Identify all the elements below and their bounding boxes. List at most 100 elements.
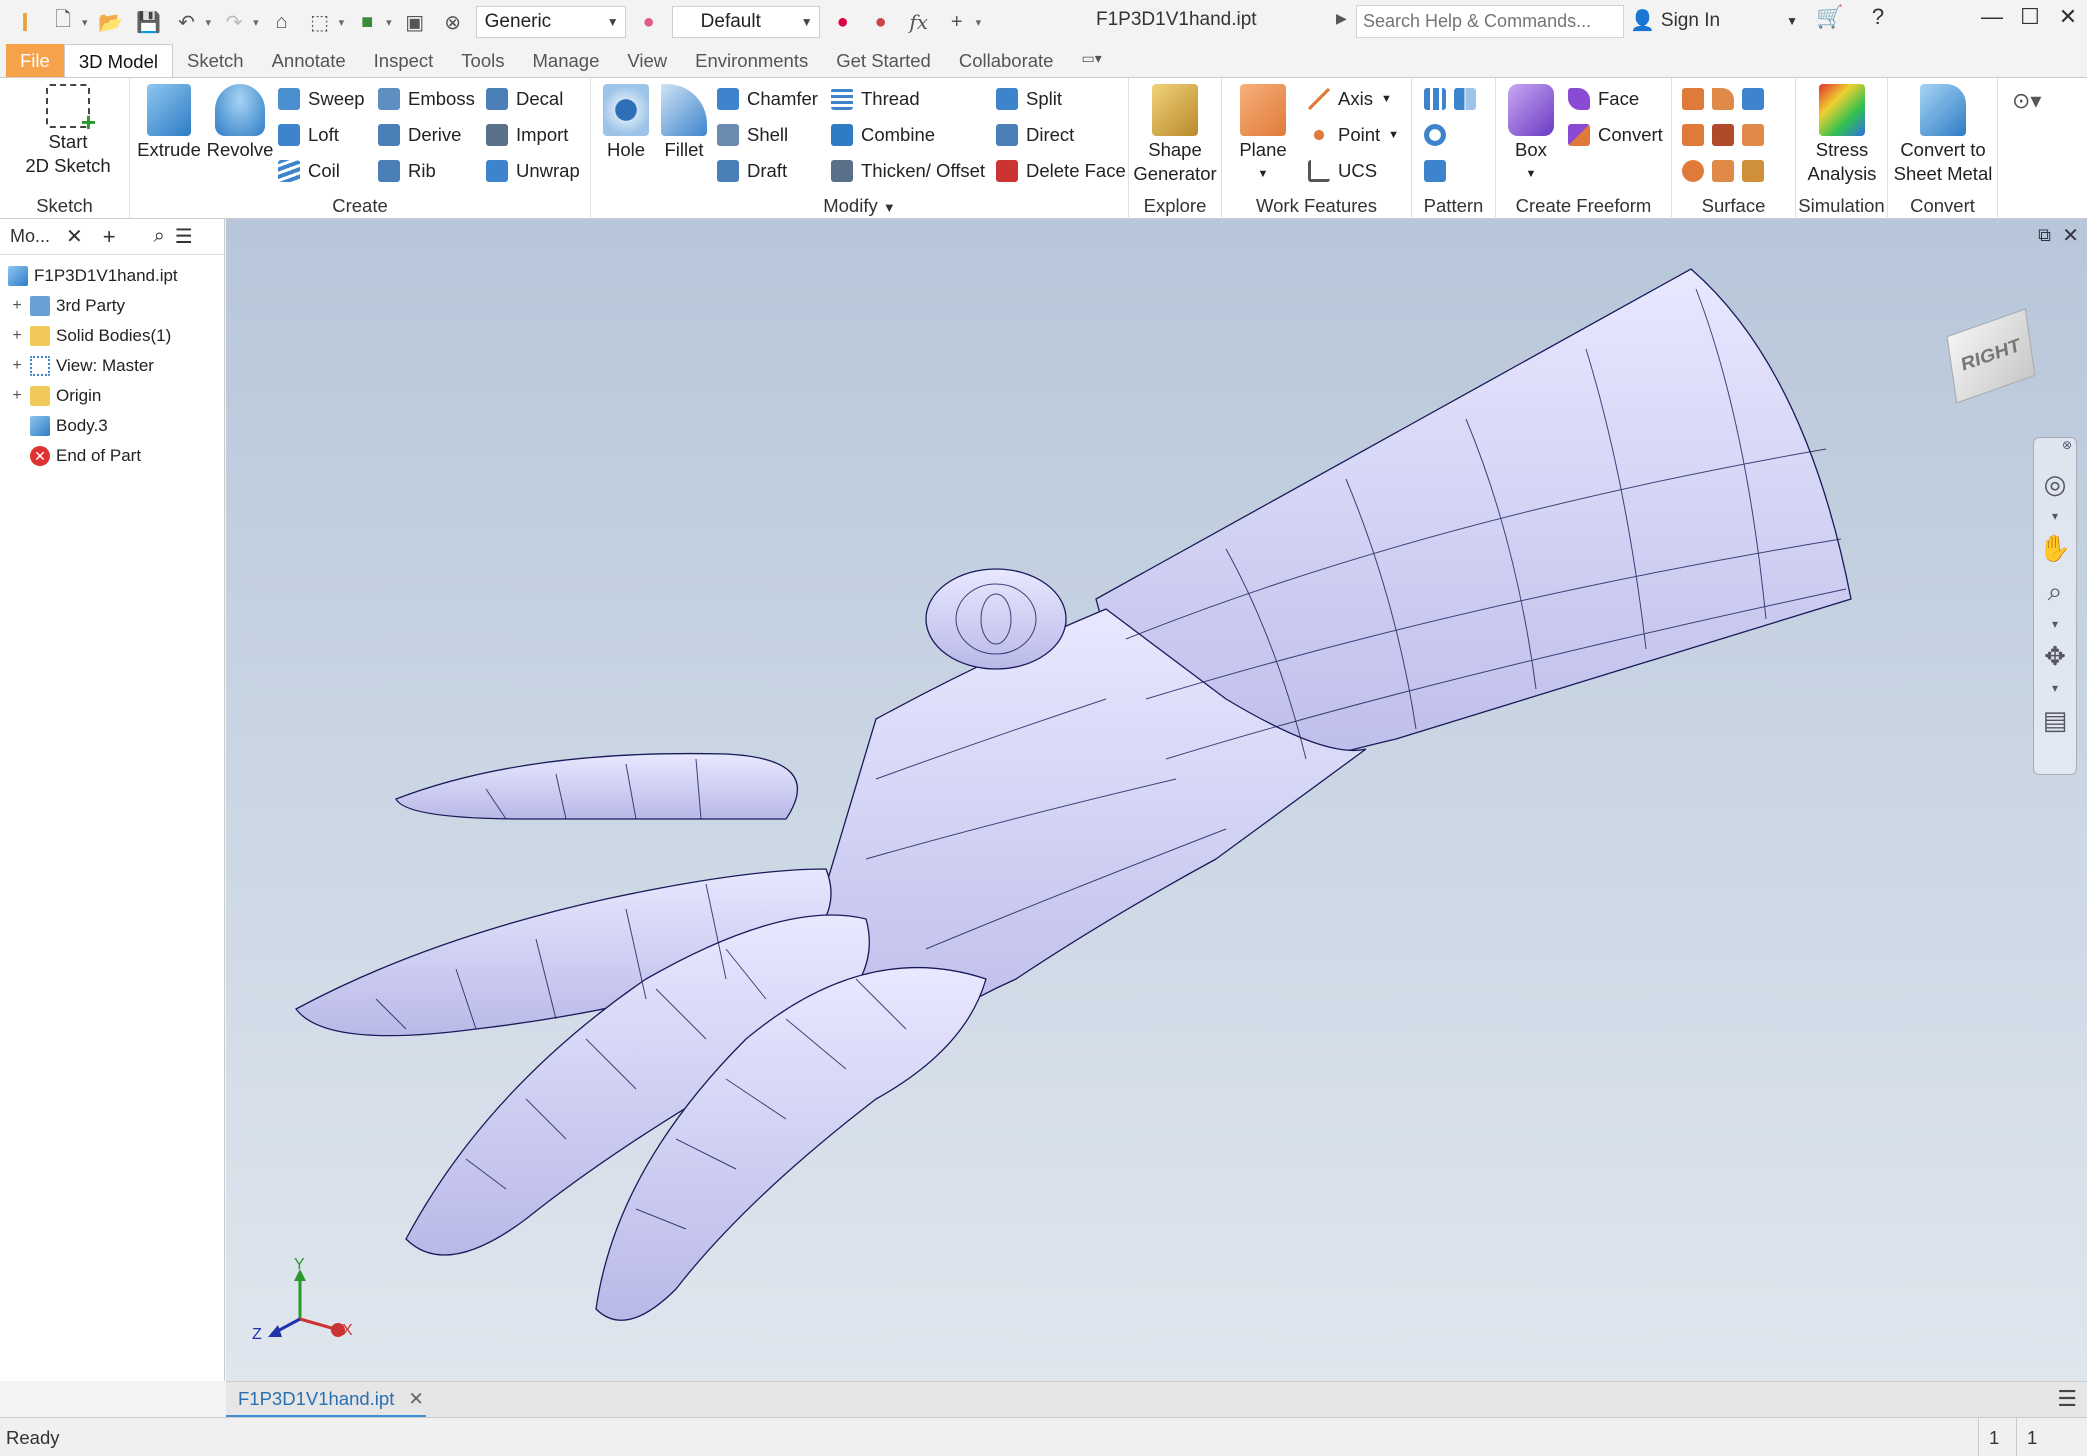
help-icon[interactable]: ? — [1858, 4, 1898, 30]
navbar-close-icon[interactable]: ⊗ — [2034, 438, 2076, 462]
stress-analysis-button[interactable]: Stress Analysis — [1796, 84, 1888, 186]
update-icon[interactable]: ■ — [352, 7, 382, 37]
ribbon-options-icon[interactable]: ⊙▾ — [2012, 88, 2041, 114]
direct-button[interactable]: Direct — [996, 124, 1074, 146]
delete-face-button[interactable]: Delete Face — [996, 160, 1126, 182]
tree-node-3rd-party[interactable]: +3rd Party — [0, 291, 224, 321]
tree-node-end-of-part[interactable]: ✕ End of Part — [0, 441, 224, 471]
tree-node-view-master[interactable]: + View: Master — [0, 351, 224, 381]
expand-icon[interactable]: + — [10, 297, 24, 315]
tab-inspect[interactable]: Inspect — [360, 44, 448, 77]
tab-get-started[interactable]: Get Started — [822, 44, 945, 77]
browser-search-icon[interactable]: ⌕ — [154, 225, 165, 248]
circular-pattern-button[interactable] — [1424, 124, 1446, 146]
viewport-close-icon[interactable]: ✕ — [2062, 223, 2079, 248]
home-icon[interactable]: ⌂ — [267, 7, 297, 37]
plane-button[interactable]: Plane ▼ — [1230, 84, 1296, 186]
save-icon[interactable]: 💾 — [134, 7, 164, 37]
viewcube-face[interactable]: RIGHT — [1946, 308, 2036, 404]
zoom-icon[interactable]: ⌕ — [2034, 570, 2076, 614]
browser-close-icon[interactable]: ✕ — [66, 224, 83, 249]
viewcube[interactable]: RIGHT — [1946, 308, 2041, 404]
expand-icon[interactable]: + — [10, 387, 24, 405]
new-icon[interactable]: 🗋 — [48, 7, 78, 37]
tree-node-root[interactable]: F1P3D1V1hand.ipt — [0, 261, 224, 291]
split-button[interactable]: Split — [996, 88, 1062, 110]
emboss-button[interactable]: Emboss — [378, 88, 475, 110]
fx-icon[interactable]: fx — [904, 7, 934, 37]
surface-row-2[interactable] — [1682, 124, 1764, 146]
extrude-button[interactable]: Extrude — [134, 84, 204, 162]
expand-icon[interactable]: + — [10, 357, 24, 375]
box-button[interactable]: Box ▼ — [1500, 84, 1562, 186]
expand-icon[interactable]: + — [10, 327, 24, 345]
hand-model[interactable] — [226, 219, 2087, 1381]
tree-node-body3[interactable]: Body.3 — [0, 411, 224, 441]
import-button[interactable]: Import — [486, 124, 568, 146]
display-toggle-icon[interactable]: ▭▾ — [1067, 44, 1115, 77]
material-icon[interactable]: ⊗ — [438, 7, 468, 37]
select-icon[interactable]: ⬚ — [305, 7, 335, 37]
tree-node-solid-bodies[interactable]: + Solid Bodies(1) — [0, 321, 224, 351]
document-menu-icon[interactable]: ☰ — [2057, 1386, 2077, 1412]
sign-in[interactable]: 👤 Sign In ▼ — [1630, 8, 1798, 33]
add-icon[interactable]: + — [942, 7, 972, 37]
tab-environments[interactable]: Environments — [681, 44, 822, 77]
document-tab-close-icon[interactable]: ✕ — [408, 1388, 424, 1410]
sweep-button[interactable]: Sweep — [278, 88, 365, 110]
tab-sketch[interactable]: Sketch — [173, 44, 258, 77]
pan-icon[interactable]: ✋ — [2034, 526, 2076, 570]
panel-title-modify[interactable]: Modify ▼ — [591, 195, 1128, 217]
tree-node-origin[interactable]: + Origin — [0, 381, 224, 411]
shape-generator-button[interactable]: Shape Generator — [1129, 84, 1221, 186]
appearance-combo[interactable]: Default ▼ — [671, 6, 820, 38]
maximize-icon[interactable]: ☐ — [2010, 4, 2050, 30]
draft-button[interactable]: Draft — [717, 160, 787, 182]
minimize-icon[interactable]: — — [1972, 4, 2012, 30]
tab-manage[interactable]: Manage — [519, 44, 614, 77]
tab-view[interactable]: View — [613, 44, 681, 77]
loft-button[interactable]: Loft — [278, 124, 339, 146]
ucs-button[interactable]: UCS — [1308, 160, 1377, 182]
orbit-icon[interactable]: ✥ — [2034, 634, 2076, 678]
rectangular-pattern-button[interactable] — [1424, 88, 1476, 110]
material-combo[interactable]: Generic ▼ — [475, 6, 626, 38]
convert-freeform-button[interactable]: Convert — [1568, 124, 1663, 146]
undo-icon[interactable]: ↶ — [172, 7, 202, 37]
chamfer-button[interactable]: Chamfer — [717, 88, 818, 110]
rib-button[interactable]: Rib — [378, 160, 436, 182]
browser-menu-icon[interactable]: ☰ — [175, 224, 193, 249]
tab-annotate[interactable]: Annotate — [258, 44, 360, 77]
browser-tab-model[interactable]: Mo... — [10, 226, 50, 247]
face-button[interactable]: Face — [1568, 88, 1639, 110]
sketch-pattern-button[interactable] — [1424, 160, 1446, 182]
open-icon[interactable]: 📂 — [96, 7, 126, 37]
derive-button[interactable]: Derive — [378, 124, 461, 146]
tab-file[interactable]: File — [6, 44, 64, 77]
thicken-offset-button[interactable]: Thicken/ Offset — [831, 160, 985, 182]
decal-button[interactable]: Decal — [486, 88, 563, 110]
browser-add-icon[interactable]: + — [103, 224, 116, 250]
look-at-icon[interactable]: ▤ — [2034, 698, 2076, 742]
clear-appearance-icon[interactable]: ● — [866, 7, 896, 37]
cart-icon[interactable]: 🛒 — [1810, 4, 1850, 30]
tab-tools[interactable]: Tools — [447, 44, 518, 77]
start-2d-sketch-button[interactable]: + Start 2D Sketch — [18, 84, 118, 178]
surface-row-1[interactable] — [1682, 88, 1764, 110]
coil-button[interactable]: Coil — [278, 160, 340, 182]
customize-icon[interactable]: ▾ — [976, 16, 982, 29]
combine-button[interactable]: Combine — [831, 124, 935, 146]
document-tab[interactable]: F1P3D1V1hand.ipt ✕ — [226, 1382, 426, 1418]
search-input[interactable] — [1356, 5, 1624, 38]
revolve-button[interactable]: Revolve — [202, 84, 278, 162]
hole-button[interactable]: Hole — [597, 84, 655, 162]
steering-wheel-icon[interactable]: ◎ — [2034, 462, 2076, 506]
shell-button[interactable]: Shell — [717, 124, 788, 146]
split-view-icon[interactable]: ⧉ — [2038, 225, 2051, 246]
convert-to-sheet-metal-button[interactable]: Convert to Sheet Metal — [1888, 84, 1998, 186]
point-button[interactable]: Point ▼ — [1308, 124, 1399, 146]
graphics-window[interactable]: RIGHT ⧉ ✕ ⊗ ◎ ▾ ✋ ⌕ ▾ ✥ ▾ ▤ Y X Z — [226, 219, 2087, 1381]
fillet-button[interactable]: Fillet — [655, 84, 713, 162]
unwrap-button[interactable]: Unwrap — [486, 160, 580, 182]
axis-button[interactable]: Axis ▼ — [1308, 88, 1392, 110]
